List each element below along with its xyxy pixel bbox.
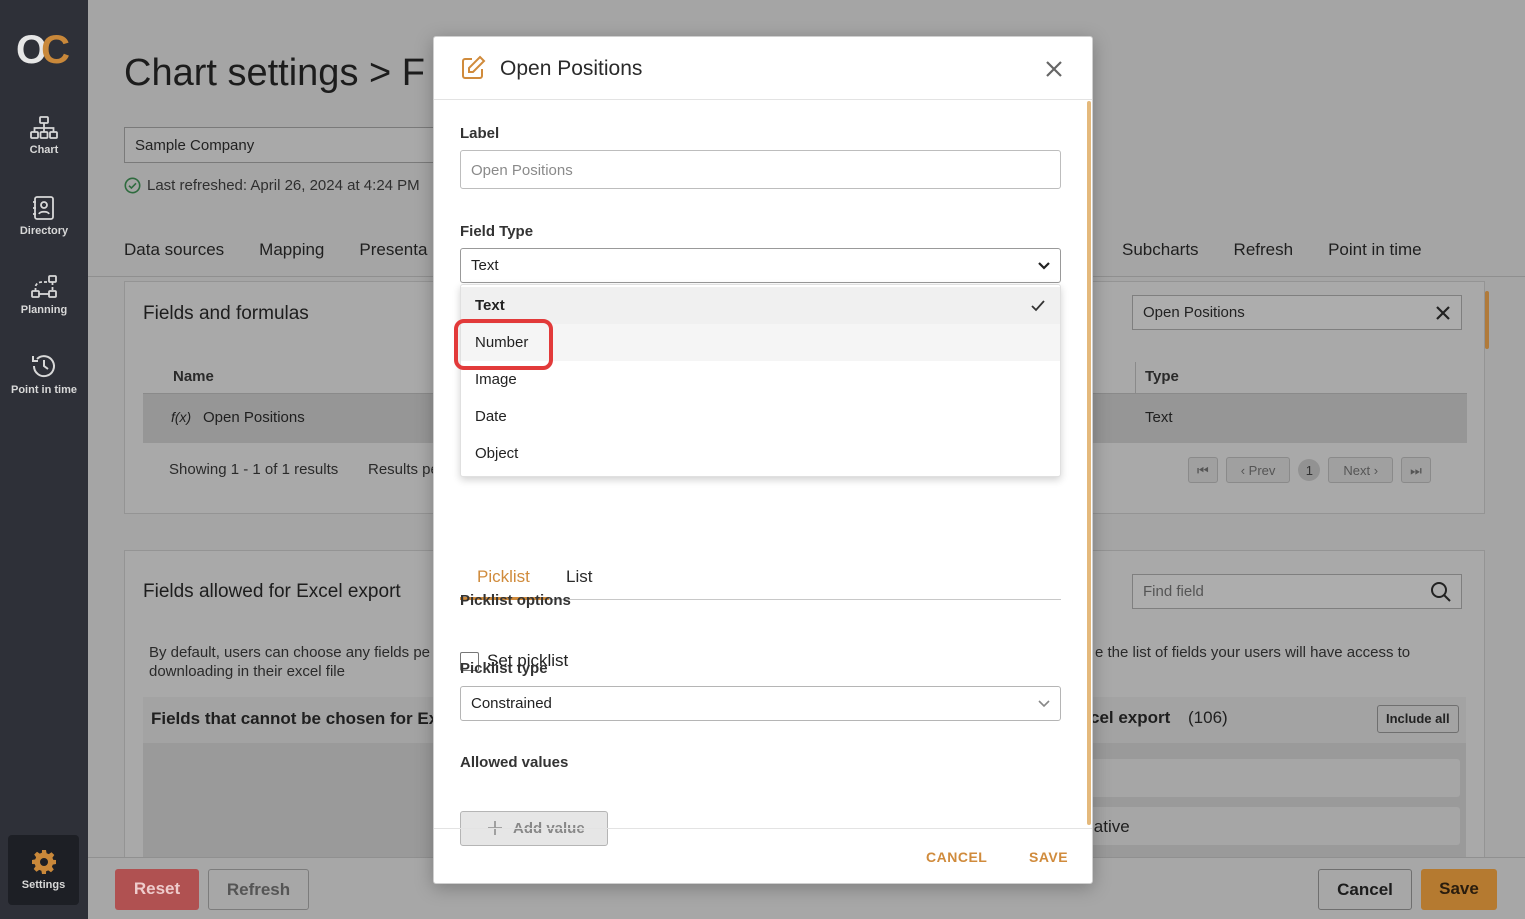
sidebar-item-point-in-time[interactable]: Point in time: [0, 352, 88, 396]
picklist-type-heading: Picklist type: [460, 660, 548, 677]
tab-mapping[interactable]: Mapping: [259, 240, 324, 260]
settings-tabs-right: Subcharts Refresh Point in time: [1122, 240, 1422, 260]
list-item[interactable]: lative: [1082, 807, 1460, 845]
last-page-button[interactable]: ⏭: [1401, 457, 1431, 483]
picklist-type-select[interactable]: Constrained: [460, 686, 1061, 721]
description-right: e the list of fields your users will hav…: [1095, 644, 1411, 661]
label-heading: Label: [460, 125, 500, 142]
card-title: Fields allowed for Excel export: [143, 581, 401, 602]
checkmark-icon: [1031, 300, 1045, 312]
option-number[interactable]: Number: [461, 324, 1060, 361]
description-left-line2: downloading in their excel file: [149, 663, 345, 680]
tab-refresh[interactable]: Refresh: [1234, 240, 1294, 260]
sidebar-item-directory[interactable]: Directory: [0, 195, 88, 237]
close-icon[interactable]: [1040, 55, 1068, 83]
fields-search-input[interactable]: Open Positions: [1132, 295, 1462, 330]
modal-save-button[interactable]: SAVE: [1029, 849, 1068, 865]
allowed-values-heading: Allowed values: [460, 754, 569, 771]
results-per-page[interactable]: Results pe: [368, 461, 439, 478]
search-icon[interactable]: [1430, 581, 1452, 603]
sidebar-item-label: Settings: [21, 879, 66, 891]
pagination: ⏮ ‹ Prev 1 Next › ⏭: [1188, 457, 1431, 483]
prev-page-button[interactable]: ‹ Prev: [1225, 457, 1291, 483]
chevron-down-icon: [1038, 700, 1050, 708]
gear-icon: [31, 850, 56, 874]
formula-icon: f(x): [171, 409, 192, 425]
picklist-options-heading: Picklist options: [460, 592, 571, 609]
sidebar-item-settings[interactable]: Settings: [8, 835, 79, 905]
row-type: Text: [1145, 409, 1173, 426]
description-left-line1: By default, users can choose any fields …: [149, 644, 431, 661]
included-count: (106): [1188, 708, 1228, 727]
next-page-button[interactable]: Next ›: [1328, 457, 1394, 483]
page-number[interactable]: 1: [1298, 459, 1321, 481]
column-header-name[interactable]: Name: [173, 368, 214, 385]
card-title: Fields and formulas: [143, 303, 309, 324]
sidebar-item-label: Directory: [19, 225, 69, 237]
sidebar-item-chart[interactable]: Chart: [0, 116, 88, 156]
option-image[interactable]: Image: [461, 361, 1060, 398]
row-name: Open Positions: [203, 409, 305, 426]
field-type-dropdown: Text Number Image Date Object: [460, 284, 1061, 477]
option-text[interactable]: Text: [461, 287, 1060, 324]
sidebar-item-label: Point in time: [11, 384, 77, 396]
modal-title: Open Positions: [500, 57, 643, 80]
tab-point-in-time[interactable]: Point in time: [1328, 240, 1422, 260]
sidebar-item-planning[interactable]: Planning: [0, 274, 88, 316]
modal-body: Label Open Positions Field Type Text Pic…: [434, 100, 1092, 846]
first-page-button[interactable]: ⏮: [1188, 457, 1218, 483]
find-field-input[interactable]: Find field: [1132, 574, 1462, 609]
modal-header: Open Positions: [434, 37, 1092, 100]
check-circle-icon: [124, 177, 141, 194]
field-type-heading: Field Type: [460, 223, 534, 240]
field-type-select[interactable]: Text: [460, 248, 1061, 283]
excluded-list-header: Fields that cannot be chosen for Ex: [151, 709, 439, 728]
modal-cancel-button[interactable]: CANCEL: [926, 849, 987, 865]
option-object[interactable]: Object: [461, 435, 1060, 472]
label-input[interactable]: Open Positions: [460, 150, 1061, 189]
page-title: Chart settings > F: [124, 52, 425, 94]
tab-data-sources[interactable]: Data sources: [124, 240, 224, 260]
sidebar-item-label: Planning: [20, 304, 68, 316]
option-date[interactable]: Date: [461, 398, 1060, 435]
chevron-down-icon: [1038, 262, 1050, 270]
tab-picklist[interactable]: Picklist: [477, 567, 530, 587]
page-scrollbar[interactable]: [1485, 291, 1489, 349]
clear-icon[interactable]: [1435, 305, 1451, 321]
edit-icon: [462, 55, 486, 79]
company-select[interactable]: Sample Company: [124, 127, 444, 163]
included-list-header: cel export: [1090, 708, 1171, 727]
column-header-type[interactable]: Type: [1145, 368, 1179, 385]
cancel-button[interactable]: Cancel: [1318, 869, 1412, 910]
save-button[interactable]: Save: [1421, 869, 1497, 910]
refresh-button[interactable]: Refresh: [208, 869, 309, 910]
reset-button[interactable]: Reset: [115, 869, 199, 910]
results-count: Showing 1 - 1 of 1 results: [169, 461, 339, 478]
org-chart-icon: [30, 116, 58, 139]
planning-icon: [31, 275, 57, 298]
include-all-button[interactable]: Include all: [1377, 705, 1459, 733]
list-item[interactable]: [1082, 759, 1460, 797]
field-edit-modal: Open Positions Label Open Positions Fiel…: [433, 36, 1093, 884]
tab-presentation[interactable]: Presenta: [359, 240, 427, 260]
column-divider: [1135, 362, 1136, 394]
tab-list[interactable]: List: [566, 567, 592, 587]
modal-footer: CANCEL SAVE: [434, 828, 1092, 883]
directory-icon: [33, 196, 54, 220]
sidebar-item-label: Chart: [29, 144, 59, 156]
app-logo: OC: [16, 28, 70, 72]
history-icon: [32, 355, 55, 378]
settings-tabs: Data sources Mapping Presenta: [124, 240, 427, 260]
last-refreshed: Last refreshed: April 26, 2024 at 4:24 P…: [124, 177, 420, 194]
sidebar: OC Chart Directory Planning Point in tim…: [0, 0, 88, 919]
modal-scrollbar[interactable]: [1087, 101, 1091, 825]
tab-subcharts[interactable]: Subcharts: [1122, 240, 1199, 260]
